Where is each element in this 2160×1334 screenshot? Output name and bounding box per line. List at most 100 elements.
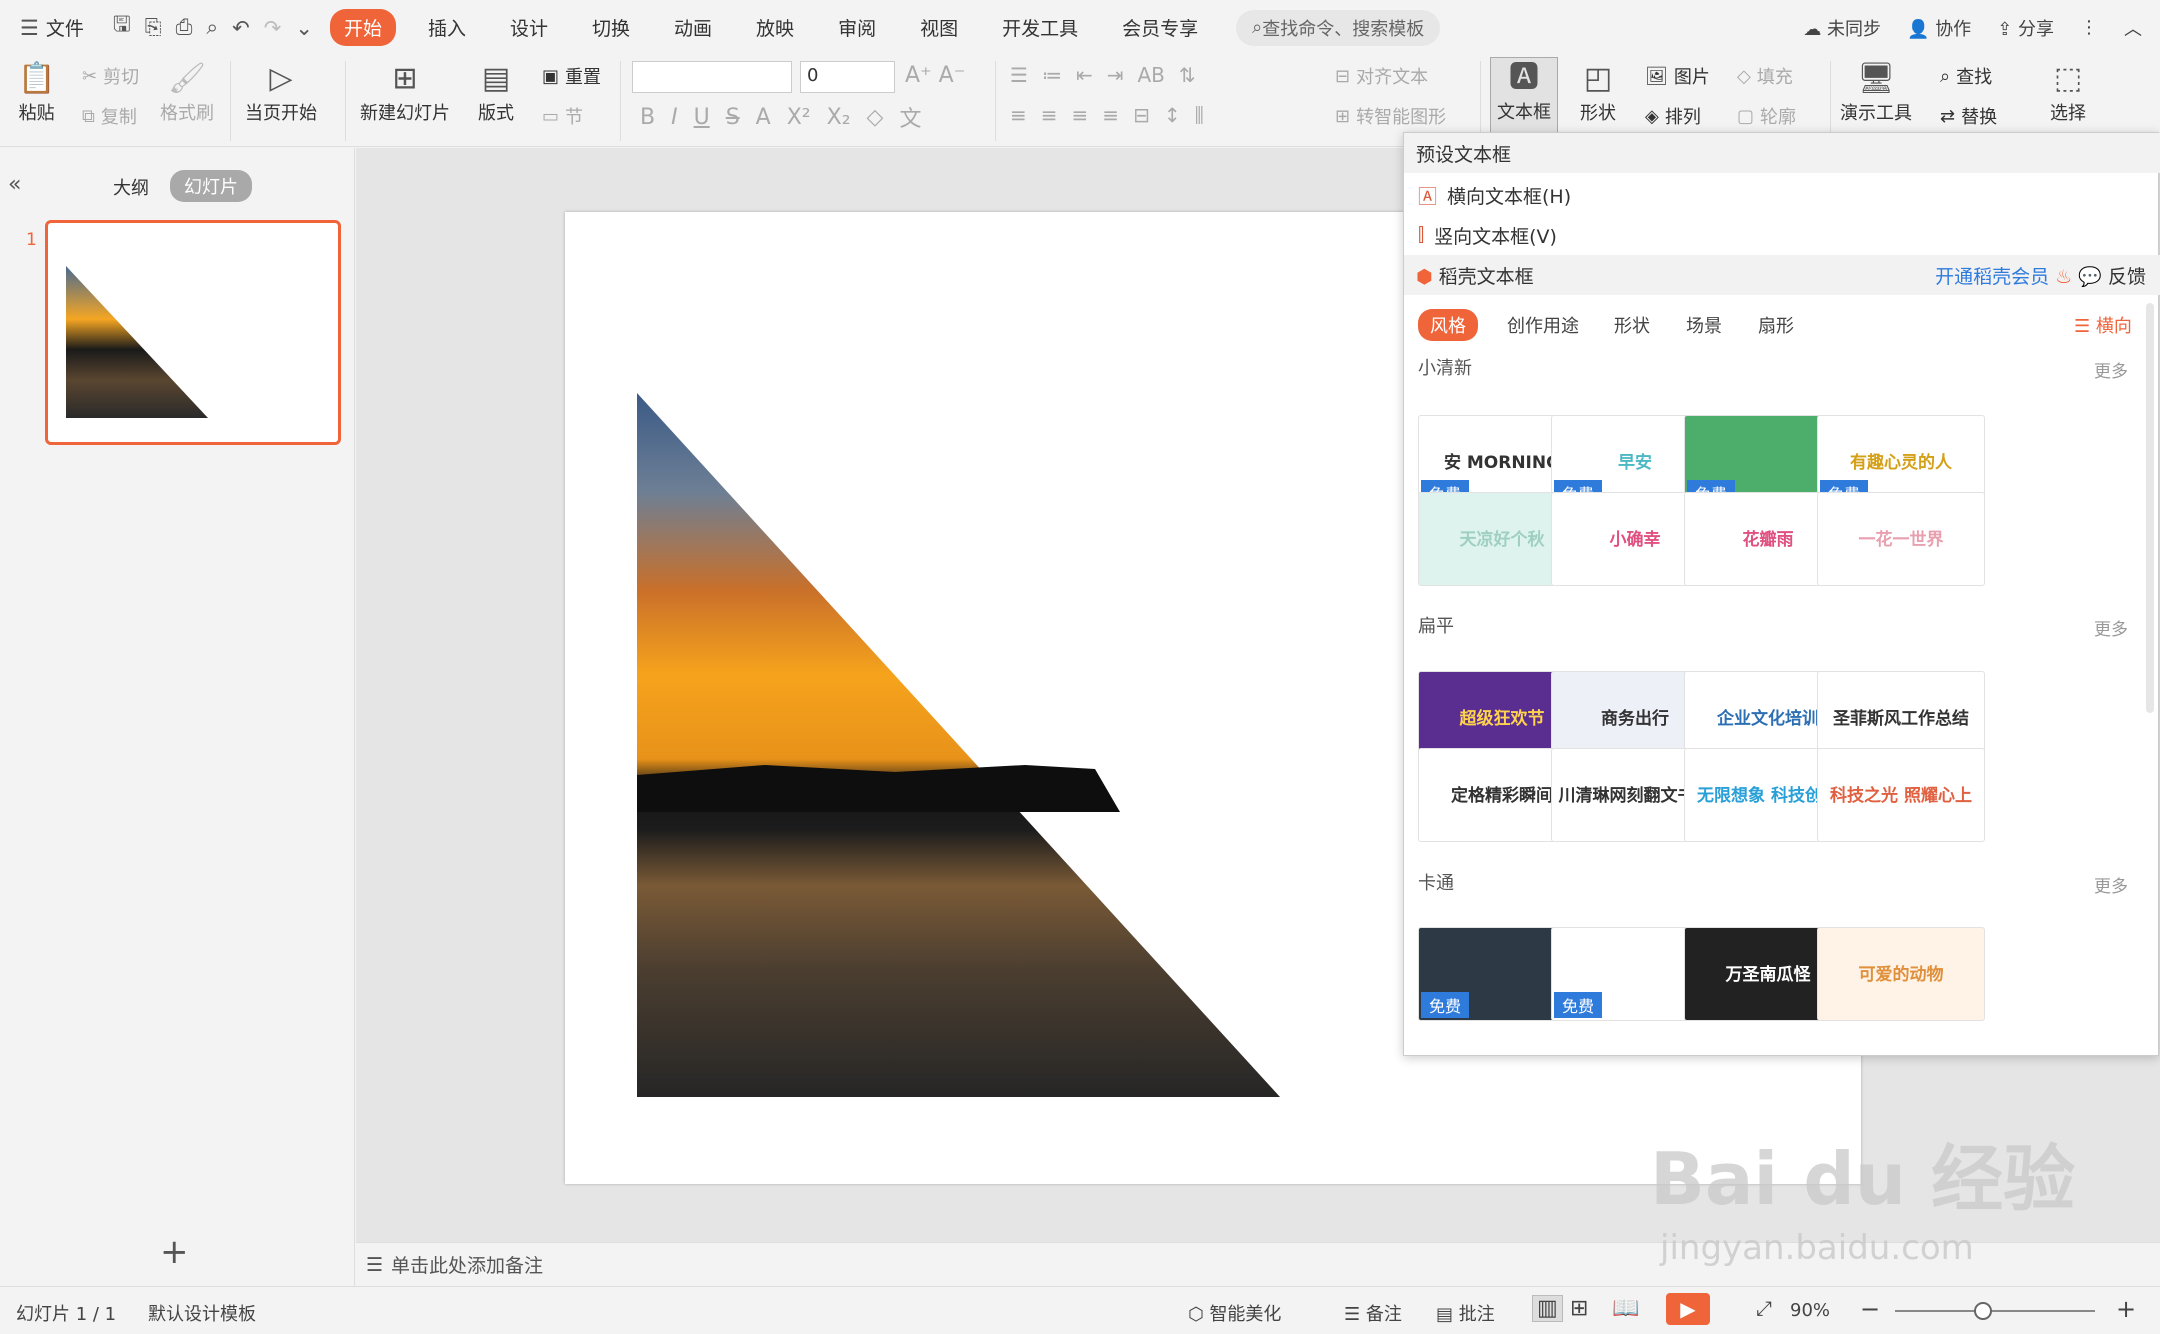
textbox-template-card[interactable]: 一花一世界: [1817, 492, 1985, 586]
layout-button[interactable]: ▤ 版式: [478, 59, 514, 125]
format-painter-button[interactable]: 🖌 格式刷: [160, 59, 214, 125]
sorter-view-icon[interactable]: ⊞: [1570, 1296, 1588, 1321]
tab-design[interactable]: 设计: [488, 14, 570, 41]
tab-outline[interactable]: 大纲: [113, 174, 149, 200]
zoom-out-icon[interactable]: −: [1860, 1295, 1880, 1323]
print-icon[interactable]: ⎙: [176, 15, 193, 40]
tab-developer[interactable]: 开发工具: [980, 14, 1100, 41]
font-grow-icon[interactable]: A⁺ A⁻: [905, 63, 965, 88]
outdent-icon[interactable]: ⇤: [1076, 63, 1093, 87]
tab-view[interactable]: 视图: [898, 14, 980, 41]
template-name[interactable]: 默认设计模板: [148, 1300, 256, 1326]
align-left-icon[interactable]: ≡: [1010, 103, 1027, 127]
line-spacing-icon[interactable]: ↕: [1164, 103, 1181, 127]
smartart-button[interactable]: ⊞ 转智能图形: [1335, 103, 1446, 129]
vip-link[interactable]: 开通稻壳会员: [1935, 266, 2049, 288]
reset-button[interactable]: ▣ 重置: [542, 63, 601, 89]
zoom-level[interactable]: 90%: [1790, 1300, 1830, 1321]
cut-button[interactable]: ✂ 剪切: [82, 63, 139, 89]
font-name-select[interactable]: [632, 61, 792, 93]
number-list-icon[interactable]: ≔: [1042, 63, 1062, 87]
paste-button[interactable]: 📋 粘贴: [18, 59, 55, 125]
sort-icon[interactable]: ⇅: [1179, 63, 1196, 87]
indent-icon[interactable]: ⇥: [1107, 63, 1124, 87]
zoom-in-icon[interactable]: +: [2116, 1295, 2136, 1323]
customize-icon[interactable]: ⌄: [295, 16, 313, 40]
horizontal-textbox-item[interactable]: 🄰 横向文本框(H): [1404, 175, 2160, 215]
tab-slideshow[interactable]: 放映: [734, 14, 816, 41]
bullet-list-icon[interactable]: ☰: [1010, 63, 1028, 87]
preview-icon[interactable]: ⌕: [206, 15, 218, 40]
italic-icon[interactable]: I: [671, 105, 678, 130]
strike-icon[interactable]: S: [726, 105, 740, 130]
reading-view-icon[interactable]: 📖: [1612, 1296, 1639, 1321]
orientation-toggle[interactable]: ☰ 横向: [2074, 312, 2132, 338]
tab-home[interactable]: 开始: [329, 9, 396, 46]
font-color-icon[interactable]: A: [756, 105, 771, 130]
superscript-icon[interactable]: X²: [787, 105, 811, 130]
tab-transition[interactable]: 切换: [570, 14, 652, 41]
select-button[interactable]: ⬚ 选择: [2050, 59, 2086, 125]
distribute-icon[interactable]: ⊟: [1133, 103, 1150, 127]
share-button[interactable]: ⇪ 分享: [1997, 15, 2054, 41]
bold-icon[interactable]: B: [640, 105, 655, 130]
file-menu[interactable]: 文件: [46, 14, 106, 41]
normal-view-icon[interactable]: ▥: [1532, 1295, 1563, 1322]
align-center-icon[interactable]: ≡: [1041, 103, 1058, 127]
play-button[interactable]: ▶: [1666, 1293, 1710, 1325]
more-icon[interactable]: ⋮: [2080, 17, 2098, 38]
tab-slides[interactable]: 幻灯片: [170, 170, 252, 202]
feedback-link[interactable]: 💬 反馈: [2078, 266, 2146, 288]
more-link[interactable]: 更多: [2094, 872, 2128, 897]
textbox-template-card[interactable]: 科技之光 照耀心上: [1817, 748, 1985, 842]
picture-button[interactable]: 🖼 图片: [1645, 63, 1710, 89]
export-icon[interactable]: ⎘: [145, 15, 162, 40]
fill-button[interactable]: ◇ 填充: [1737, 63, 1793, 89]
outline-button[interactable]: ▢ 轮廓: [1737, 103, 1796, 129]
subscript-icon[interactable]: X₂: [827, 105, 851, 130]
slide-thumbnail[interactable]: [45, 220, 341, 445]
tab-review[interactable]: 审阅: [816, 14, 898, 41]
tab-fan[interactable]: 扇形: [1758, 312, 1794, 338]
column-icon[interactable]: ⫼: [1195, 103, 1204, 127]
redo-icon[interactable]: ↷: [264, 16, 282, 40]
shape-button[interactable]: ◰ 形状: [1580, 59, 1616, 125]
play-from-current-button[interactable]: ▷ 当页开始: [245, 59, 317, 125]
phonetic-icon[interactable]: 文: [899, 101, 921, 133]
collaborate-button[interactable]: 👤 协作: [1907, 15, 1971, 41]
beautify-button[interactable]: ⬡ 智能美化: [1188, 1300, 1281, 1326]
zoom-slider[interactable]: [1895, 1310, 2095, 1312]
more-link[interactable]: 更多: [2094, 357, 2128, 382]
add-slide-icon[interactable]: +: [160, 1232, 189, 1272]
fit-window-icon[interactable]: ⤢: [1756, 1296, 1772, 1320]
tab-style[interactable]: 风格: [1418, 309, 1478, 341]
align-text-button[interactable]: ⊟ 对齐文本: [1335, 63, 1428, 89]
collapse-ribbon-icon[interactable]: ︿: [2124, 15, 2142, 41]
tab-member[interactable]: 会员专享: [1100, 14, 1220, 41]
replace-button[interactable]: ⇄ 替换: [1940, 103, 1997, 129]
more-link[interactable]: 更多: [2094, 615, 2128, 640]
undo-icon[interactable]: ↶: [232, 16, 250, 40]
presenter-tools-button[interactable]: 🖥 演示工具: [1840, 59, 1912, 125]
copy-button[interactable]: ⧉ 复制: [82, 103, 137, 129]
save-icon[interactable]: 🖫: [113, 10, 131, 45]
vertical-textbox-item[interactable]: ⫿ 竖向文本框(V): [1404, 215, 2160, 255]
tab-animation[interactable]: 动画: [652, 14, 734, 41]
align-right-icon[interactable]: ≡: [1072, 103, 1089, 127]
notes-toggle[interactable]: ☰ 备注: [1344, 1300, 1402, 1326]
sync-status[interactable]: ☁ 未同步: [1803, 15, 1881, 41]
comments-toggle[interactable]: ▤ 批注: [1436, 1300, 1495, 1326]
underline-icon[interactable]: U: [694, 105, 710, 130]
tab-purpose[interactable]: 创作用途: [1507, 312, 1579, 338]
justify-icon[interactable]: ≡: [1102, 103, 1119, 127]
zoom-slider-thumb[interactable]: [1974, 1302, 1992, 1320]
arrange-button[interactable]: ◈ 排列: [1645, 103, 1701, 129]
find-button[interactable]: ⌕ 查找: [1940, 63, 1992, 89]
textbox-template-card[interactable]: 可爱的动物: [1817, 927, 1985, 1021]
section-button[interactable]: ▭ 节: [542, 103, 583, 129]
clear-format-icon[interactable]: ◇: [867, 105, 884, 130]
dropdown-scrollbar[interactable]: [2146, 303, 2154, 713]
tab-shape[interactable]: 形状: [1614, 312, 1650, 338]
tab-insert[interactable]: 插入: [406, 14, 488, 41]
text-dir-icon[interactable]: AB: [1137, 63, 1164, 87]
